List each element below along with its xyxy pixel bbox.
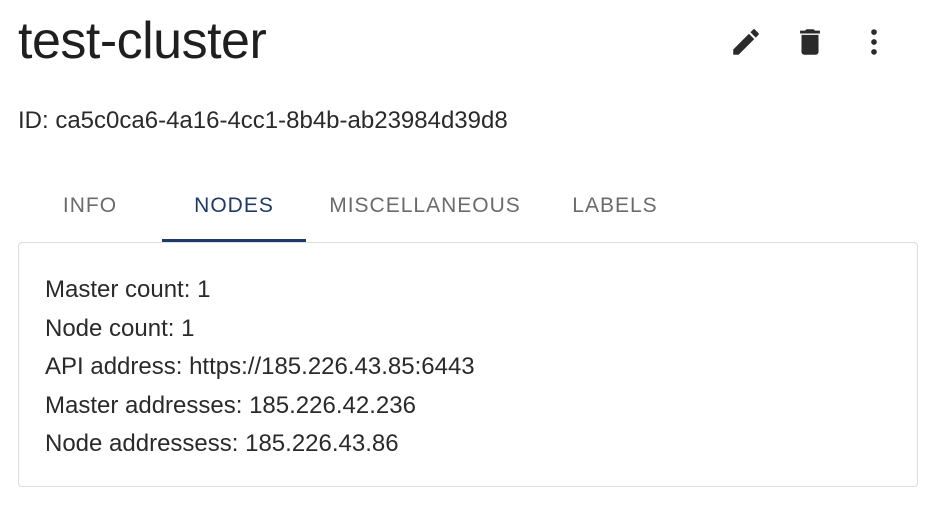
node-addresses: Node addressess: 185.226.43.86 xyxy=(45,430,399,457)
nodes-panel: Master count: 1 Node count: 1 API addres… xyxy=(18,242,918,487)
tab-info[interactable]: INFO xyxy=(18,170,162,242)
edit-button[interactable] xyxy=(714,20,778,64)
cluster-detail-page: test-cluster ID: ca5c0ca6-4a16-4cc1-8b4b… xyxy=(0,0,934,512)
master-addresses: Master addresses: 185.226.42.236 xyxy=(45,391,416,419)
delete-button[interactable] xyxy=(778,20,842,64)
tab-labels[interactable]: LABELS xyxy=(544,170,686,242)
tab-bar: INFO NODES MISCELLANEOUS LABELS xyxy=(18,170,686,242)
pencil-icon xyxy=(733,29,759,55)
node-count: Node count: 1 xyxy=(45,314,195,342)
tab-nodes[interactable]: NODES xyxy=(162,170,306,242)
more-vert-icon xyxy=(871,29,877,55)
more-options-button[interactable] xyxy=(842,20,906,64)
header-actions xyxy=(714,20,906,64)
trash-icon xyxy=(800,29,820,55)
tab-miscellaneous[interactable]: MISCELLANEOUS xyxy=(306,170,544,242)
page-title: test-cluster xyxy=(18,12,267,70)
cluster-id: ID: ca5c0ca6-4a16-4cc1-8b4b-ab23984d39d8 xyxy=(18,107,508,134)
master-count: Master count: 1 xyxy=(45,276,211,303)
api-address: API address: https://185.226.43.85:6443 xyxy=(45,353,475,380)
